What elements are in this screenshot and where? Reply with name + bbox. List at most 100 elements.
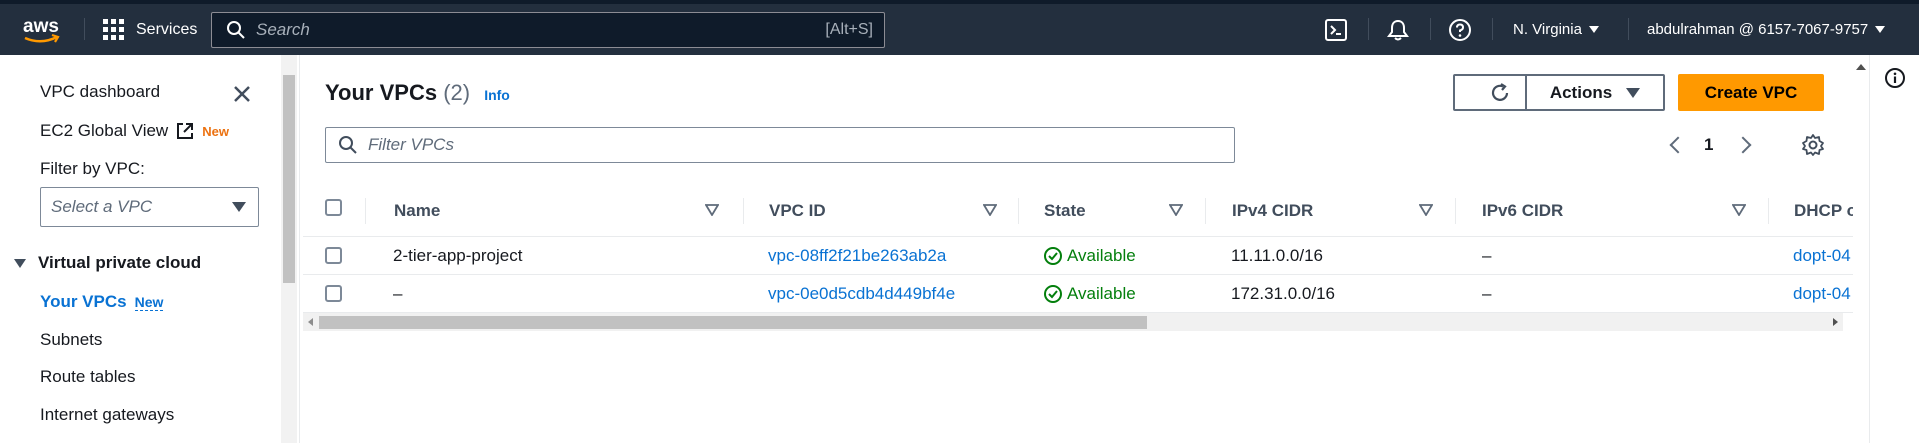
aws-logo[interactable]: aws (22, 14, 62, 48)
create-vpc-button[interactable]: Create VPC (1678, 74, 1824, 111)
filter-input[interactable] (368, 135, 1234, 155)
nav-divider (1492, 18, 1493, 40)
region-selector[interactable]: N. Virginia (1513, 4, 1599, 55)
table-row[interactable]: 2-tier-app-project vpc-08ff2f21be263ab2a… (303, 237, 1867, 275)
sort-icon[interactable] (1419, 204, 1433, 216)
sidebar-item-label: EC2 Global View (40, 121, 169, 140)
sidebar-item-vpc-dashboard[interactable]: VPC dashboard (40, 82, 160, 102)
new-badge: New (134, 294, 164, 311)
global-search[interactable]: [Alt+S] (211, 12, 885, 48)
caret-down-icon (232, 202, 246, 212)
filter-by-vpc-label: Filter by VPC: (40, 159, 145, 178)
sort-icon[interactable] (1732, 204, 1746, 216)
help-panel-rail (1869, 55, 1919, 443)
column-divider (365, 198, 366, 224)
cell-state: Available (1043, 237, 1136, 275)
scroll-up-icon[interactable] (1856, 64, 1866, 70)
search-shortcut: [Alt+S] (825, 21, 873, 38)
search-input[interactable] (256, 20, 826, 40)
account-menu[interactable]: abdulrahman @ 6157-7067-9757 (1647, 4, 1886, 55)
vpc-count: (2) (443, 80, 471, 105)
svg-text:aws: aws (23, 16, 59, 37)
gear-icon[interactable] (1801, 133, 1825, 157)
caret-down-icon (1588, 26, 1599, 33)
actions-label: Actions (1549, 82, 1613, 102)
sort-icon[interactable] (983, 204, 997, 216)
info-icon[interactable] (1884, 67, 1906, 89)
sort-icon[interactable] (1169, 204, 1183, 216)
nav-divider (1368, 18, 1369, 40)
select-all-checkbox[interactable] (325, 199, 342, 216)
cell-ipv4: 11.11.0.0/16 (1231, 246, 1324, 265)
top-navigation: aws Services [Alt+S] N. Virginia (0, 0, 1919, 55)
row-checkbox[interactable] (325, 285, 342, 302)
section-label: Virtual private cloud (38, 253, 202, 272)
region-label: N. Virginia (1513, 21, 1582, 38)
scroll-right-icon[interactable] (1833, 318, 1838, 326)
sidebar-item-subnets[interactable]: Subnets (40, 330, 102, 350)
sidebar-scrollbar[interactable] (281, 55, 297, 443)
previous-page-icon[interactable] (1669, 136, 1687, 154)
column-header-vpc-id[interactable]: VPC ID (769, 184, 826, 237)
cell-ipv6: – (1482, 284, 1492, 303)
column-divider (1455, 198, 1456, 224)
table-header: Name VPC ID State IPv4 CIDR IPv6 CIDR DH… (303, 184, 1867, 237)
sidebar-item-label: Route tables (40, 367, 136, 386)
table-horizontal-scrollbar[interactable] (303, 313, 1843, 331)
scrollbar-thumb[interactable] (319, 316, 1147, 329)
current-page[interactable]: 1 (1704, 135, 1713, 155)
sidebar-item-internet-gateways[interactable]: Internet gateways (40, 405, 174, 425)
table-row[interactable]: – vpc-0e0d5cdb4d449bf4e Available 172.31… (303, 275, 1867, 313)
cell-dhcp-link[interactable]: dopt-04 (1793, 275, 1851, 313)
bell-icon[interactable] (1386, 18, 1410, 42)
state-text: Available (1067, 246, 1136, 265)
new-badge: New (202, 123, 229, 139)
column-header-name[interactable]: Name (394, 184, 440, 237)
external-link-icon (177, 123, 194, 139)
help-icon[interactable] (1448, 18, 1472, 42)
sidebar-item-label: VPC dashboard (40, 82, 161, 101)
pagination: 1 (1669, 133, 1752, 157)
search-icon (339, 136, 357, 154)
cell-ipv6: – (1482, 246, 1492, 265)
scrollbar-thumb[interactable] (283, 75, 295, 283)
filter-vpcs[interactable] (325, 127, 1235, 163)
close-icon[interactable] (231, 83, 253, 105)
actions-button[interactable]: Actions (1525, 74, 1665, 111)
vpc-filter-select[interactable]: Select a VPC (40, 187, 259, 227)
nav-divider (1628, 18, 1629, 40)
cell-name: – (393, 284, 403, 303)
caret-down-icon (1875, 26, 1886, 33)
cell-dhcp-link[interactable]: dopt-04 (1793, 237, 1851, 275)
next-page-icon[interactable] (1734, 136, 1752, 154)
create-label: Create VPC (1704, 82, 1798, 102)
state-text: Available (1067, 284, 1136, 303)
section-virtual-private-cloud[interactable]: Virtual private cloud (14, 253, 201, 273)
main-scrollbar[interactable] (1853, 55, 1869, 443)
vpc-table: Name VPC ID State IPv4 CIDR IPv6 CIDR DH… (303, 184, 1867, 313)
cell-ipv4: 172.31.0.0/16 (1231, 284, 1335, 303)
sidebar-item-your-vpcs[interactable]: Your VPCs New (40, 292, 164, 312)
cell-vpc-id-link[interactable]: vpc-08ff2f21be263ab2a (768, 237, 946, 275)
info-link[interactable]: Info (484, 87, 510, 103)
column-divider (1768, 198, 1769, 224)
sort-icon[interactable] (705, 204, 719, 216)
refresh-icon (1491, 82, 1508, 101)
cell-vpc-id-link[interactable]: vpc-0e0d5cdb4d449bf4e (768, 275, 955, 313)
scroll-left-icon[interactable] (308, 318, 313, 326)
grid-icon (103, 19, 124, 40)
services-menu-button[interactable]: Services (103, 4, 197, 55)
sidebar-item-ec2-global-view[interactable]: EC2 Global View New (40, 121, 229, 141)
column-header-dhcp[interactable]: DHCP o (1794, 184, 1857, 237)
services-label: Services (136, 20, 198, 38)
cell-state: Available (1043, 275, 1136, 313)
column-header-state[interactable]: State (1044, 184, 1086, 237)
sidebar-item-route-tables[interactable]: Route tables (40, 367, 135, 387)
check-circle-icon (1044, 247, 1062, 265)
column-header-ipv6-cidr[interactable]: IPv6 CIDR (1482, 184, 1563, 237)
title-text: Your VPCs (325, 80, 438, 105)
cloudshell-icon[interactable] (1324, 18, 1348, 42)
search-icon (227, 21, 245, 39)
column-header-ipv4-cidr[interactable]: IPv4 CIDR (1232, 184, 1313, 237)
row-checkbox[interactable] (325, 247, 342, 264)
